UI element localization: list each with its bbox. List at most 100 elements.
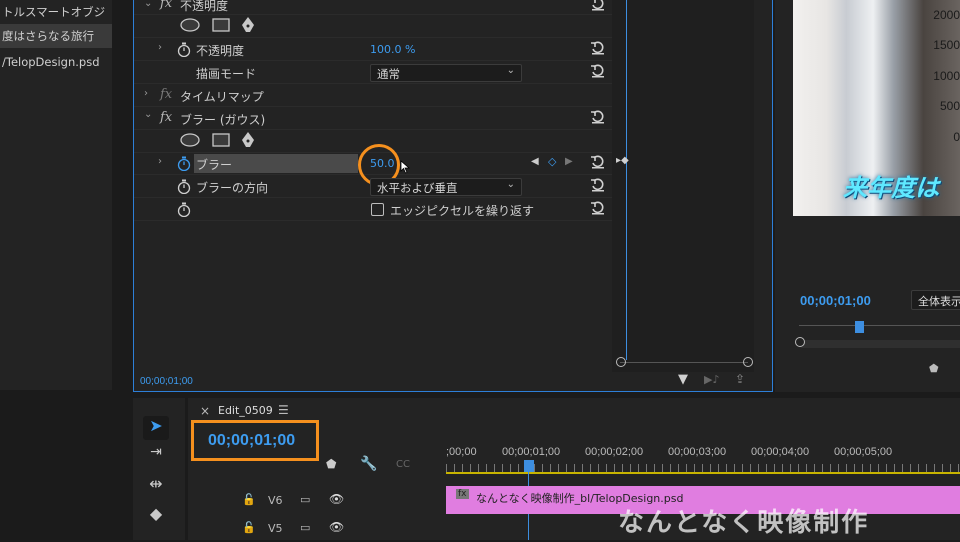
chevron-down-icon[interactable]: ⌄	[144, 0, 152, 9]
fx-badge-icon: fx	[456, 489, 469, 499]
chevron-right-icon[interactable]: ›	[158, 42, 162, 53]
ruler-label: 00;00;03;00	[668, 446, 727, 458]
reset-icon[interactable]	[590, 40, 606, 56]
effect-controls-panel: ⌄ fx 不透明度 › 不透明度 100.0 % 描画モード 通常 ⌄ › fx…	[133, 0, 773, 392]
blur-direction-value: 水平および垂直	[377, 181, 458, 195]
rectangle-mask-icon[interactable]	[212, 133, 230, 147]
cursor-icon	[400, 160, 411, 174]
chevron-down-icon[interactable]: ⌄	[144, 109, 152, 120]
filter-icon[interactable]: ▼	[678, 372, 688, 387]
fx-icon[interactable]: fx	[160, 87, 172, 102]
blend-mode-label: 描画モード	[196, 67, 257, 81]
export-icon[interactable]: ⇪	[735, 372, 745, 386]
blend-mode-row: 描画モード 通常 ⌄	[134, 61, 612, 84]
playhead-line	[626, 0, 627, 360]
selection-tool-icon[interactable]: ➤	[143, 416, 169, 440]
project-item[interactable]: トルスマートオブジ	[0, 0, 112, 24]
prev-keyframe-icon[interactable]: ◀	[531, 156, 539, 167]
track-select-tool-icon[interactable]: ⇥	[143, 444, 169, 468]
blend-mode-dropdown[interactable]: 通常 ⌄	[370, 64, 522, 82]
ellipse-mask-icon[interactable]	[180, 133, 200, 147]
reset-icon[interactable]	[590, 0, 606, 12]
program-ruler[interactable]	[799, 325, 960, 326]
close-icon[interactable]: ×	[200, 404, 210, 418]
chevron-right-icon[interactable]: ›	[144, 88, 148, 99]
captions-icon[interactable]: CC	[396, 459, 410, 470]
fx-icon[interactable]: fx	[160, 110, 172, 125]
time-remap-title: タイムリマップ	[180, 90, 264, 104]
razor-tool-icon[interactable]: ◆	[143, 504, 169, 528]
pen-mask-icon[interactable]	[240, 131, 256, 149]
reset-icon[interactable]	[590, 177, 606, 193]
stopwatch-icon[interactable]	[177, 156, 191, 171]
ruler-label: 00;00;04;00	[751, 446, 810, 458]
telop-text: 来年度は	[843, 174, 939, 202]
blur-header-row[interactable]: ⌄ fx ブラー (ガウス)	[134, 107, 612, 130]
ripple-edit-tool-icon[interactable]: ⇹	[143, 474, 169, 498]
repeat-edge-checkbox[interactable]	[371, 203, 384, 216]
lock-icon[interactable]: 🔓	[242, 521, 256, 534]
project-item[interactable]: /TelopDesign.psd	[0, 50, 112, 74]
opacity-header-row[interactable]: ⌄ fx 不透明度	[134, 0, 612, 15]
zoom-handle-right[interactable]	[743, 357, 753, 367]
fit-dropdown[interactable]: 全体表示	[911, 290, 960, 310]
reset-icon[interactable]	[590, 154, 606, 170]
blend-mode-value: 通常	[377, 67, 400, 81]
fx-icon[interactable]: fx	[160, 0, 172, 11]
sync-lock-icon[interactable]: ▭	[300, 493, 310, 506]
stopwatch-icon[interactable]	[177, 202, 191, 217]
project-item-selected[interactable]: 度はさらなる旅行	[0, 24, 112, 48]
blur-label: ブラー	[196, 158, 233, 172]
preview-y-label: 500	[939, 99, 960, 113]
pen-mask-icon[interactable]	[240, 16, 256, 34]
opacity-value[interactable]: 100.0 %	[370, 43, 415, 56]
stopwatch-icon[interactable]	[177, 179, 191, 194]
time-remap-row[interactable]: › fx タイムリマップ	[134, 84, 612, 107]
panel-divider[interactable]	[112, 0, 132, 400]
blur-property-row: › ブラー 50.0 ◀ ◇ ▶	[134, 144, 612, 186]
mask-tools-row	[134, 15, 612, 38]
track-name: V6	[268, 494, 283, 507]
sync-lock-icon[interactable]: ▭	[300, 521, 310, 534]
zoom-handle-left[interactable]	[616, 357, 626, 367]
reset-icon[interactable]	[590, 200, 606, 216]
effect-timeline-area[interactable]: ▸◆	[612, 0, 754, 372]
marker-icon[interactable]: ⬟	[929, 362, 939, 375]
stopwatch-icon[interactable]	[177, 42, 191, 57]
chevron-right-icon[interactable]: ›	[158, 156, 162, 167]
keyframe-icon[interactable]: ▸◆	[616, 155, 629, 166]
effects-timecode[interactable]: 00;00;01;00	[140, 376, 193, 387]
reset-icon[interactable]	[590, 63, 606, 79]
reset-icon[interactable]	[590, 109, 606, 125]
track-name: V5	[268, 522, 283, 535]
timeline-timecode[interactable]: 00;00;01;00	[208, 432, 295, 450]
program-playhead[interactable]	[855, 321, 864, 333]
add-keyframe-icon[interactable]: ◇	[548, 155, 556, 168]
program-preview[interactable]: 2000 1500 1000 500 0 来年度は	[793, 0, 960, 216]
program-timecode[interactable]: 00;00;01;00	[800, 293, 871, 308]
repeat-edge-label: エッジピクセルを繰り返す	[390, 204, 535, 218]
eye-icon[interactable]: 👁	[329, 520, 344, 534]
zoom-scrollbar[interactable]	[620, 362, 748, 363]
opacity-label: 不透明度	[196, 44, 245, 58]
next-keyframe-icon[interactable]: ▶	[565, 156, 573, 167]
watermark: なんとなく映像制作	[618, 508, 870, 538]
timeline-playhead[interactable]	[524, 460, 534, 472]
menu-icon[interactable]: ☰	[278, 403, 289, 417]
ellipse-mask-icon[interactable]	[180, 18, 200, 32]
work-area-bar[interactable]	[446, 472, 960, 474]
audio-play-icon[interactable]: ▶♪	[704, 373, 719, 386]
rectangle-mask-icon[interactable]	[212, 18, 230, 32]
ruler-label: 00;00;01;00	[502, 446, 561, 458]
program-zoom-handle[interactable]	[795, 337, 805, 347]
marker-icon[interactable]: ⬟	[326, 457, 336, 471]
ruler-label: 00;00;05;00	[834, 446, 893, 458]
program-zoom-bar[interactable]	[799, 340, 960, 348]
blur-direction-dropdown[interactable]: 水平および垂直 ⌄	[370, 178, 522, 196]
lock-icon[interactable]: 🔓	[242, 493, 256, 506]
eye-icon[interactable]: 👁	[329, 492, 344, 506]
opacity-property-row: › 不透明度 100.0 %	[134, 38, 612, 61]
wrench-icon[interactable]: 🔧	[360, 456, 377, 472]
preview-y-label: 1500	[933, 38, 960, 52]
sequence-tab[interactable]: Edit_0509	[218, 404, 273, 417]
